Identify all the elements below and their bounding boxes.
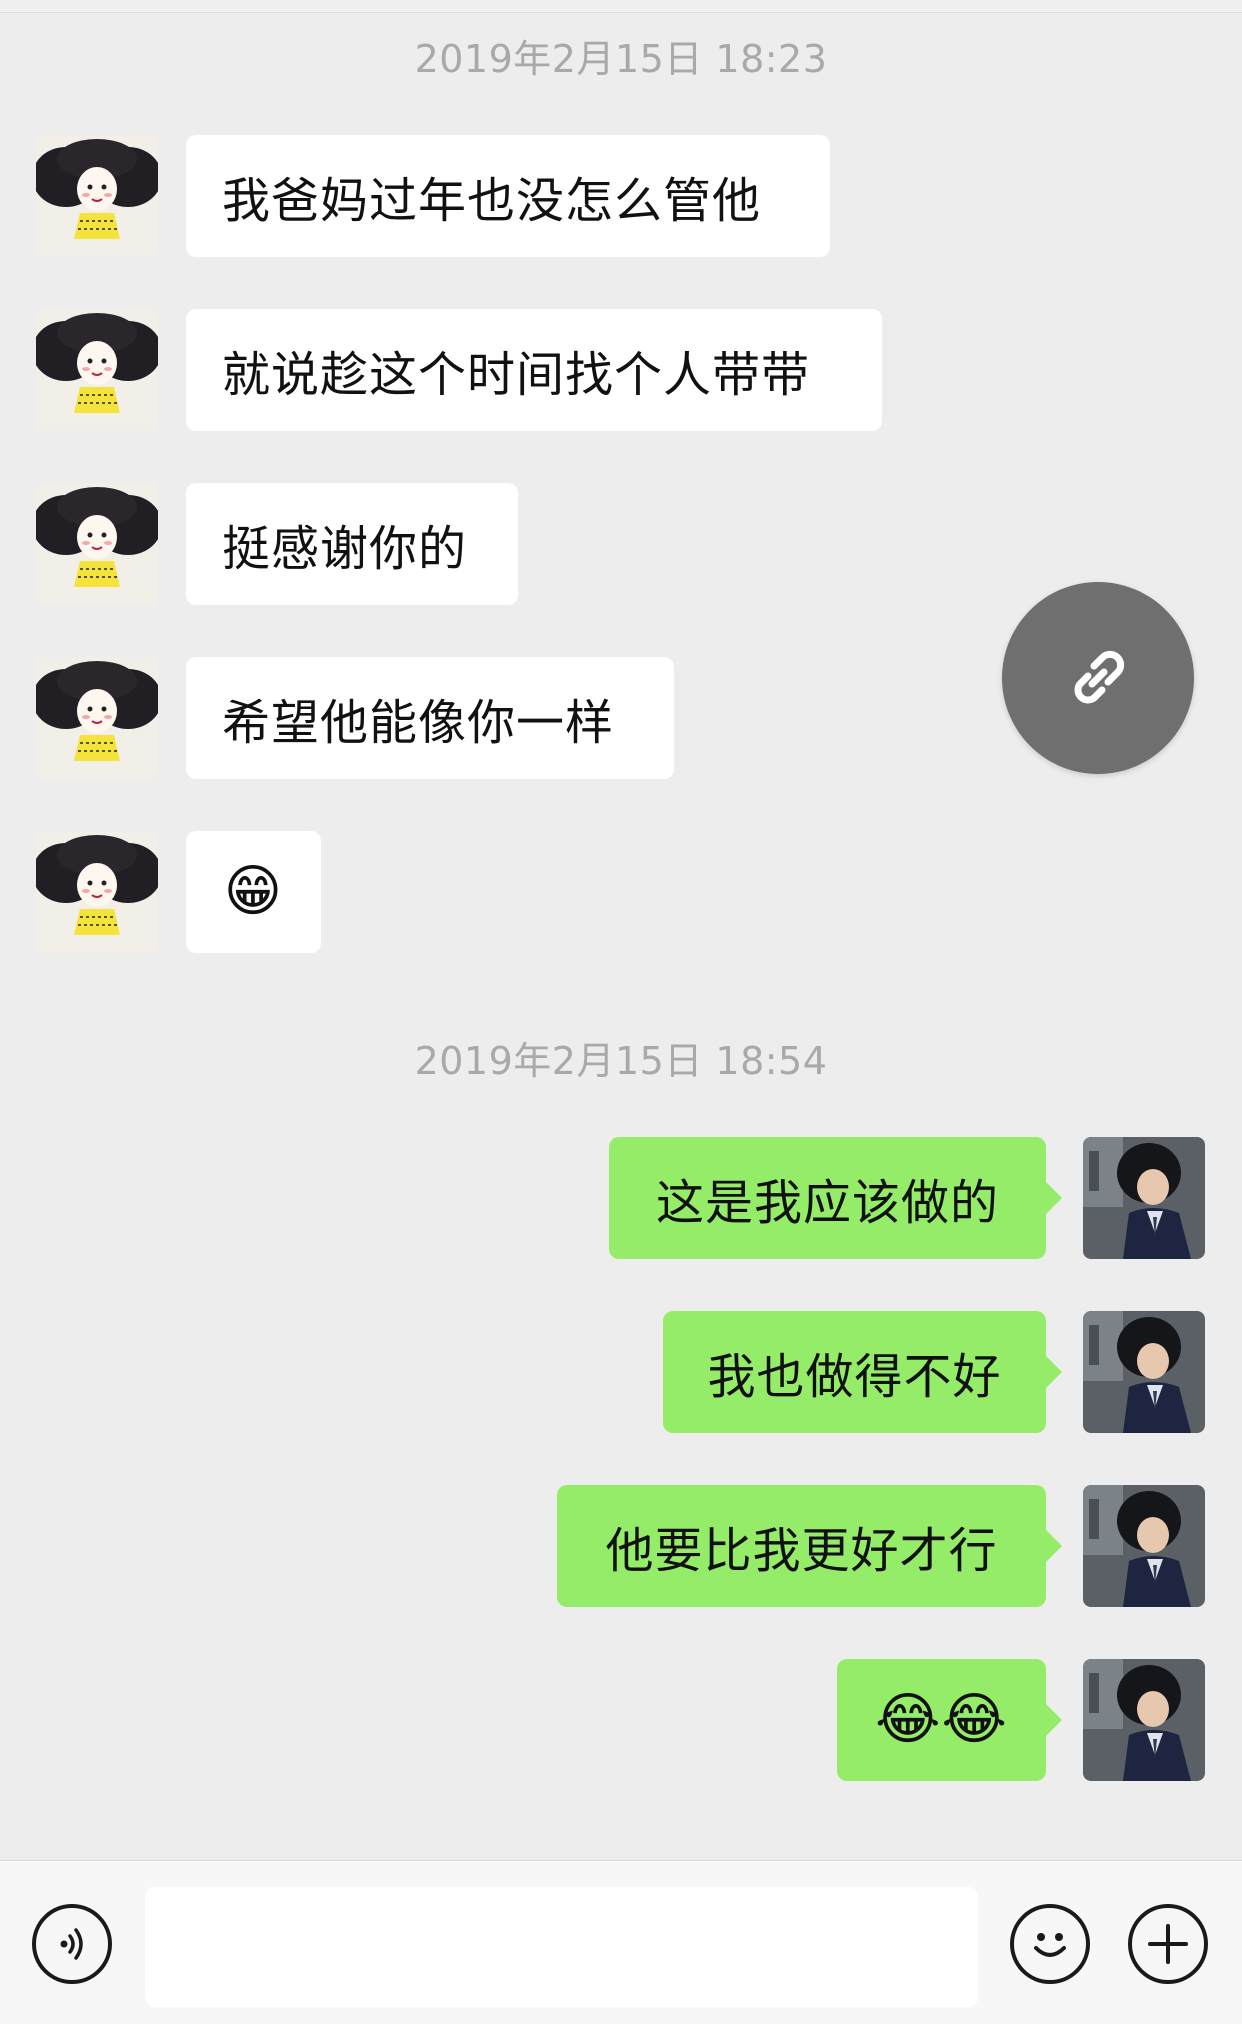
incoming-emoji-message[interactable]: 😁 (186, 831, 321, 953)
voice-button[interactable] (32, 1904, 112, 1984)
message-input[interactable] (145, 1887, 978, 2007)
contact-avatar[interactable] (36, 309, 158, 431)
incoming-message[interactable]: 就说趁这个时间找个人带带 (186, 309, 882, 431)
timestamp: 2019年2月15日 18:54 (414, 1039, 828, 1083)
voice-icon (60, 1928, 83, 1960)
message-text: 我也做得不好 (707, 1349, 1002, 1405)
outgoing-message[interactable]: 这是我应该做的 (609, 1137, 1062, 1259)
incoming-message[interactable]: 我爸妈过年也没怎么管他 (186, 135, 830, 257)
outgoing-message[interactable]: 我也做得不好 (663, 1311, 1062, 1433)
link-icon (1074, 650, 1125, 704)
plus-icon (1148, 1924, 1188, 1964)
incoming-message[interactable]: 挺感谢你的 (186, 483, 518, 605)
emoji-icon (1034, 1933, 1066, 1957)
message-text: 这是我应该做的 (655, 1175, 999, 1231)
message-text: 我爸妈过年也没怎么管他 (222, 173, 762, 229)
message-text: 挺感谢你的 (222, 521, 468, 577)
top-divider (0, 0, 1242, 13)
tears-of-joy-emoji: 😂😂 (875, 1687, 1008, 1752)
my-avatar[interactable] (1083, 1311, 1205, 1433)
contact-avatar[interactable] (36, 831, 158, 953)
more-button[interactable] (1128, 1904, 1208, 1984)
timestamp: 2019年2月15日 18:23 (414, 37, 828, 81)
my-avatar[interactable] (1083, 1485, 1205, 1607)
message-text: 希望他能像你一样 (222, 695, 615, 751)
my-avatar[interactable] (1083, 1659, 1205, 1781)
message-text: 就说趁这个时间找个人带带 (222, 347, 811, 403)
my-avatar[interactable] (1083, 1137, 1205, 1259)
contact-avatar[interactable] (36, 483, 158, 605)
outgoing-emoji-message[interactable]: 😂😂 (837, 1659, 1062, 1781)
incoming-message[interactable]: 希望他能像你一样 (186, 657, 674, 779)
contact-avatar[interactable] (36, 657, 158, 779)
floating-link-button[interactable] (1002, 582, 1194, 774)
grin-emoji: 😁 (223, 859, 284, 924)
contact-avatar[interactable] (36, 135, 158, 257)
outgoing-message[interactable]: 他要比我更好才行 (557, 1485, 1062, 1607)
emoji-button[interactable] (1010, 1904, 1090, 1984)
message-text: 他要比我更好才行 (605, 1523, 998, 1579)
